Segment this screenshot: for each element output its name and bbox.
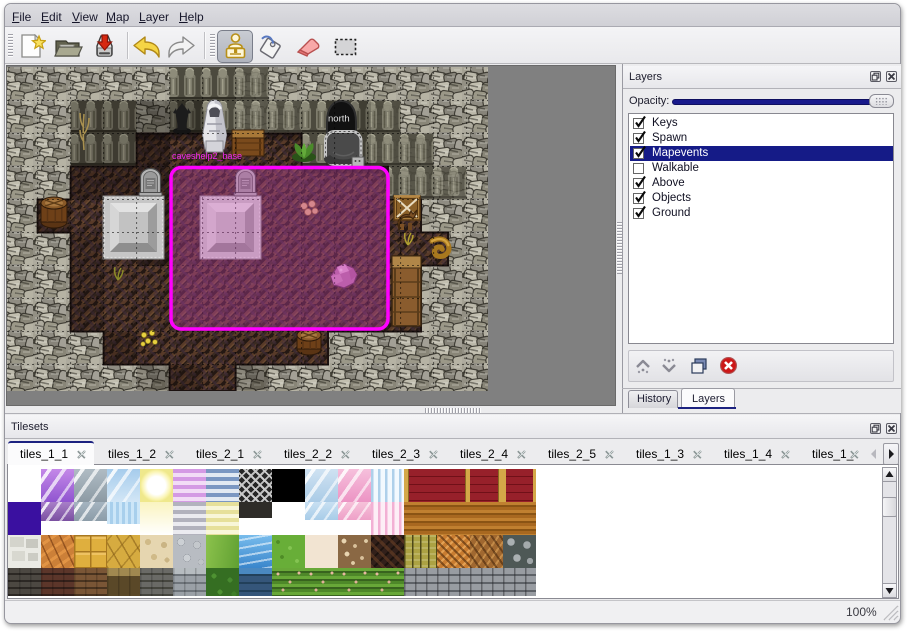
svg-text:north: north (328, 114, 350, 125)
svg-text:caveshelp2_base: caveshelp2_base (172, 151, 242, 161)
